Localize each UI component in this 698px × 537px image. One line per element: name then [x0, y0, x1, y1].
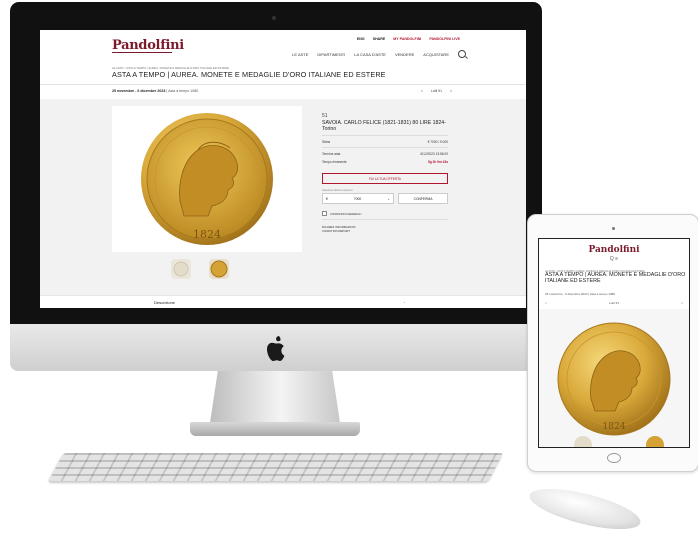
- chevron-down-icon: ⌄: [402, 300, 406, 304]
- nav-casa-aste[interactable]: LA CASA D'ASTE: [354, 52, 386, 57]
- time-left-row: Tempo rimanente 5g 2h 9m 43s: [322, 160, 448, 164]
- sale-dates: 25 novembre - 6 dicembre 2023 | Asta a t…: [112, 89, 198, 93]
- logo-underline: [112, 52, 172, 53]
- search-icon[interactable]: [458, 50, 466, 58]
- lot-selector[interactable]: Lotti 51: [431, 89, 442, 93]
- divider: [40, 84, 526, 85]
- end-date-row: Termine asta 6/12/2023 13:56:00: [322, 152, 448, 156]
- terms-checkbox[interactable]: [322, 211, 327, 216]
- thumbnail-obverse-image: [209, 259, 229, 279]
- tablet-lot-navigation: < Lotti 51 >: [545, 301, 683, 305]
- sale-date-range: 25 novembre - 6 dicembre 2023: [112, 89, 166, 93]
- lot-image-card[interactable]: 1824: [112, 106, 302, 252]
- lot-info-panel: 51 SAVOIA. CARLO FELICE (1821-1831) 80 L…: [322, 113, 448, 233]
- bid-amount-select[interactable]: € 7000 ⌄: [322, 193, 394, 204]
- coin-image: 1824: [141, 113, 273, 245]
- estimate-label: Stima: [322, 140, 331, 144]
- imac-camera: [272, 16, 276, 20]
- divider: [322, 135, 448, 136]
- currency-symbol: €: [326, 196, 328, 201]
- tablet-site-logo[interactable]: Pandolfini: [539, 245, 689, 255]
- terms-label: CONDIZIONI GENERALI: [330, 211, 362, 216]
- desktop-screen: Pandolfini ENG SHARE MY PANDOLFINI PANDO…: [40, 30, 526, 308]
- info-links: RICHIEDI INFORMAZIONI CONDITION REPORT: [322, 225, 448, 234]
- time-left-label: Tempo rimanente: [322, 160, 347, 164]
- imac-stand: [210, 371, 340, 423]
- lot-navigation: < Lotti 51 >: [421, 89, 452, 93]
- bid-row: € 7000 ⌄ CONFERMA: [322, 193, 448, 204]
- confirm-button[interactable]: CONFERMA: [398, 193, 448, 204]
- thumbnail-reverse[interactable]: [170, 258, 192, 280]
- end-date-label: Termine asta: [322, 152, 341, 156]
- main-nav: LE ASTE DIPARTIMENTI LA CASA D'ASTE VEND…: [292, 50, 466, 58]
- tablet-lot-image[interactable]: 1824: [539, 309, 689, 447]
- estimate-row: Stima € 7000 / 9.000: [322, 140, 448, 144]
- top-links: ENG SHARE MY PANDOLFINI PANDOLFINI LIVE: [357, 37, 460, 41]
- bid-amount-value: 7000: [353, 196, 362, 201]
- site-logo[interactable]: Pandolfini: [112, 38, 184, 53]
- estimate-value: € 7000 / 9.000: [427, 140, 448, 144]
- nav-vendere[interactable]: VENDERE: [395, 52, 414, 57]
- next-lot-button[interactable]: >: [450, 89, 452, 93]
- terms-checkbox-row[interactable]: CONDIZIONI GENERALI: [322, 211, 448, 216]
- tablet-sale-dates: 25 novembre - 6 dicembre 2023 | Asta a t…: [545, 292, 615, 296]
- tablet-next-lot-button[interactable]: >: [681, 301, 683, 305]
- condition-report-link[interactable]: CONDITION REPORT: [322, 229, 448, 234]
- mouse: [526, 480, 644, 537]
- tablet-prev-lot-button[interactable]: <: [545, 301, 547, 305]
- lot-title: SAVOIA. CARLO FELICE (1821-1831) 80 LIRE…: [322, 120, 446, 132]
- nav-dipartimenti[interactable]: DIPARTIMENTI: [317, 52, 345, 57]
- tablet-home-button: [607, 453, 621, 463]
- site-header: Pandolfini ENG SHARE MY PANDOLFINI PANDO…: [40, 30, 526, 60]
- thumbnail-strip: [170, 258, 230, 280]
- imac-device: Pandolfini ENG SHARE MY PANDOLFINI PANDO…: [10, 0, 542, 436]
- thumbnail-obverse[interactable]: [208, 258, 230, 280]
- nav-le-aste[interactable]: LE ASTE: [292, 52, 308, 57]
- svg-text:1824: 1824: [603, 422, 626, 432]
- thumbnail-reverse-image: [171, 259, 191, 279]
- description-label: Descrizione: [154, 300, 175, 305]
- nav-acquistare[interactable]: ACQUISTARE: [423, 52, 449, 57]
- time-left-value: 5g 2h 9m 43s: [427, 160, 448, 164]
- end-date-value: 6/12/2023 13:56:00: [420, 152, 448, 156]
- imac-stand-base: [190, 422, 360, 436]
- tablet-lot-selector[interactable]: Lotti 51: [609, 301, 619, 305]
- my-pandolfini-link[interactable]: MY PANDOLFINI: [393, 37, 421, 41]
- apple-logo-icon: [267, 336, 285, 361]
- bid-amount-label: Seleziona offerta massima: [322, 189, 353, 192]
- divider: [322, 219, 448, 220]
- tablet-coin-image: 1824: [557, 322, 671, 447]
- page-title: ASTA A TEMPO | AUREA. MONETE E MEDAGLIE …: [112, 70, 386, 79]
- tablet-screen: Pandolfini Q ≡ LE ASTE > ASTA A TEMPO | …: [538, 238, 690, 448]
- share-link[interactable]: SHARE: [373, 37, 386, 41]
- divider: [322, 147, 448, 148]
- lot-number: 51: [322, 113, 328, 119]
- sale-type: Asta a tempo 1080: [168, 89, 199, 93]
- prev-lot-button[interactable]: <: [421, 89, 423, 93]
- tablet-camera: [612, 227, 615, 230]
- place-bid-button[interactable]: FAI LA TUA OFFERTA: [322, 173, 448, 184]
- keyboard: [48, 453, 504, 481]
- svg-text:1824: 1824: [193, 228, 221, 241]
- description-accordion[interactable]: Descrizione ⌄: [40, 295, 526, 308]
- menu-icon[interactable]: Q ≡: [539, 256, 689, 262]
- lang-link[interactable]: ENG: [357, 37, 365, 41]
- chevron-down-icon: ⌄: [387, 196, 390, 201]
- tablet-page-title: ASTA A TEMPO | AUREA. MONETE E MEDAGLIE …: [545, 272, 686, 284]
- tablet-device: Pandolfini Q ≡ LE ASTE > ASTA A TEMPO | …: [527, 214, 698, 472]
- pandolfini-live-link[interactable]: PANDOLFINI LIVE: [429, 37, 460, 41]
